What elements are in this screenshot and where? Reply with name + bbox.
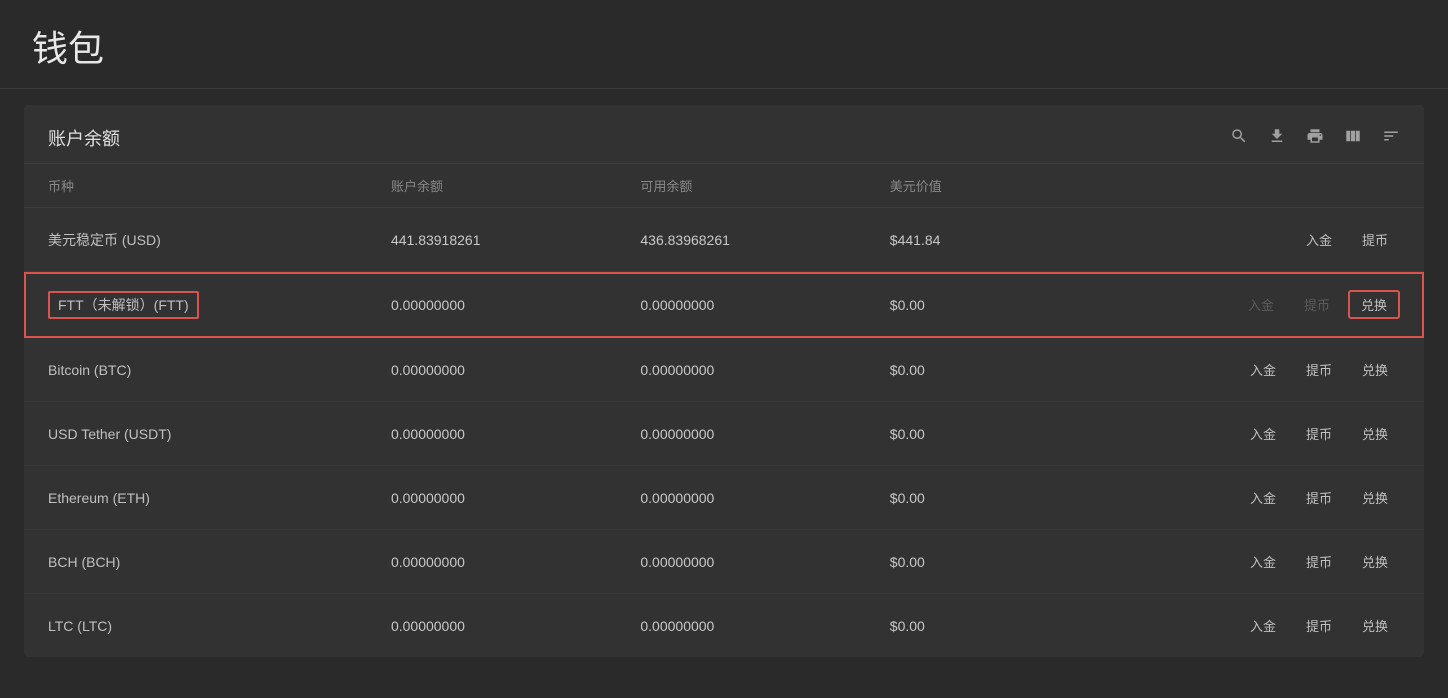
table-row: Ethereum (ETH)0.000000000.00000000$0.00入… [24,466,1424,530]
deposit-button[interactable]: 入金 [1236,291,1286,318]
col-currency: 币种 [24,164,367,208]
cell-balance: 0.00000000 [367,466,616,530]
cell-available: 0.00000000 [616,466,865,530]
cell-available: 0.00000000 [616,402,865,466]
filter-icon[interactable] [1382,127,1400,150]
cell-balance: 441.83918261 [367,208,616,272]
page-header: 钱包 [0,0,1448,89]
cell-usd-value: $0.00 [866,594,1084,658]
cell-usd-value: $0.00 [866,338,1084,402]
cell-currency: USD Tether (USDT) [24,402,367,466]
wallet-card: 账户余额 [24,105,1424,657]
deposit-button[interactable]: 入金 [1238,548,1288,575]
cell-currency: Ethereum (ETH) [24,466,367,530]
table-row: FTT（未解锁）(FTT)0.000000000.00000000$0.00入金… [24,272,1424,338]
card-header: 账户余额 [24,105,1424,164]
withdraw-button[interactable]: 提币 [1294,356,1344,383]
balance-table: 币种 账户余额 可用余额 美元价值 美元稳定币 (USD)441.8391826… [24,164,1424,657]
cell-available: 0.00000000 [616,594,865,658]
withdraw-button[interactable]: 提币 [1294,484,1344,511]
card-title: 账户余额 [48,125,120,151]
withdraw-button[interactable]: 提币 [1294,548,1344,575]
cell-balance: 0.00000000 [367,272,616,338]
exchange-button[interactable]: 兑换 [1350,356,1400,383]
page-title: 钱包 [32,28,104,69]
cell-balance: 0.00000000 [367,338,616,402]
search-icon[interactable] [1230,127,1248,150]
cell-actions: 入金提币兑换 [1084,338,1424,402]
cell-currency: LTC (LTC) [24,594,367,658]
download-icon[interactable] [1268,127,1286,150]
table-row: 美元稳定币 (USD)441.83918261436.83968261$441.… [24,208,1424,272]
table-header-row: 币种 账户余额 可用余额 美元价值 [24,164,1424,208]
deposit-button[interactable]: 入金 [1238,356,1288,383]
cell-usd-value: $441.84 [866,208,1084,272]
cell-available: 436.83968261 [616,208,865,272]
cell-actions: 入金提币 [1084,208,1424,272]
cell-currency: Bitcoin (BTC) [24,338,367,402]
cell-currency: BCH (BCH) [24,530,367,594]
cell-available: 0.00000000 [616,530,865,594]
cell-actions: 入金提币兑换 [1084,530,1424,594]
cell-available: 0.00000000 [616,338,865,402]
deposit-button[interactable]: 入金 [1238,484,1288,511]
cell-usd-value: $0.00 [866,272,1084,338]
col-actions [1084,164,1424,208]
col-usd: 美元价值 [866,164,1084,208]
table-row: Bitcoin (BTC)0.000000000.00000000$0.00入金… [24,338,1424,402]
exchange-button[interactable]: 兑换 [1350,484,1400,511]
col-balance: 账户余额 [367,164,616,208]
cell-balance: 0.00000000 [367,402,616,466]
cell-balance: 0.00000000 [367,530,616,594]
cell-currency: FTT（未解锁）(FTT) [24,272,367,338]
columns-icon[interactable] [1344,127,1362,150]
exchange-button[interactable]: 兑换 [1348,290,1400,319]
withdraw-button[interactable]: 提币 [1292,291,1342,318]
cell-available: 0.00000000 [616,272,865,338]
cell-actions: 入金提币兑换 [1084,402,1424,466]
cell-usd-value: $0.00 [866,466,1084,530]
deposit-button[interactable]: 入金 [1238,612,1288,639]
print-icon[interactable] [1306,127,1324,150]
cell-usd-value: $0.00 [866,402,1084,466]
currency-highlighted-label: FTT（未解锁）(FTT) [48,291,199,319]
cell-actions: 入金提币兑换 [1084,272,1424,338]
withdraw-button[interactable]: 提币 [1294,420,1344,447]
cell-usd-value: $0.00 [866,530,1084,594]
table-row: USD Tether (USDT)0.000000000.00000000$0.… [24,402,1424,466]
table-row: LTC (LTC)0.000000000.00000000$0.00入金提币兑换 [24,594,1424,658]
exchange-button[interactable]: 兑换 [1350,548,1400,575]
col-available: 可用余额 [616,164,865,208]
withdraw-button[interactable]: 提币 [1350,226,1400,253]
cell-currency: 美元稳定币 (USD) [24,208,367,272]
deposit-button[interactable]: 入金 [1238,420,1288,447]
deposit-button[interactable]: 入金 [1294,226,1344,253]
exchange-button[interactable]: 兑换 [1350,420,1400,447]
cell-actions: 入金提币兑换 [1084,594,1424,658]
toolbar-icons [1230,127,1400,150]
exchange-button[interactable]: 兑换 [1350,612,1400,639]
cell-balance: 0.00000000 [367,594,616,658]
table-row: BCH (BCH)0.000000000.00000000$0.00入金提币兑换 [24,530,1424,594]
cell-actions: 入金提币兑换 [1084,466,1424,530]
withdraw-button[interactable]: 提币 [1294,612,1344,639]
